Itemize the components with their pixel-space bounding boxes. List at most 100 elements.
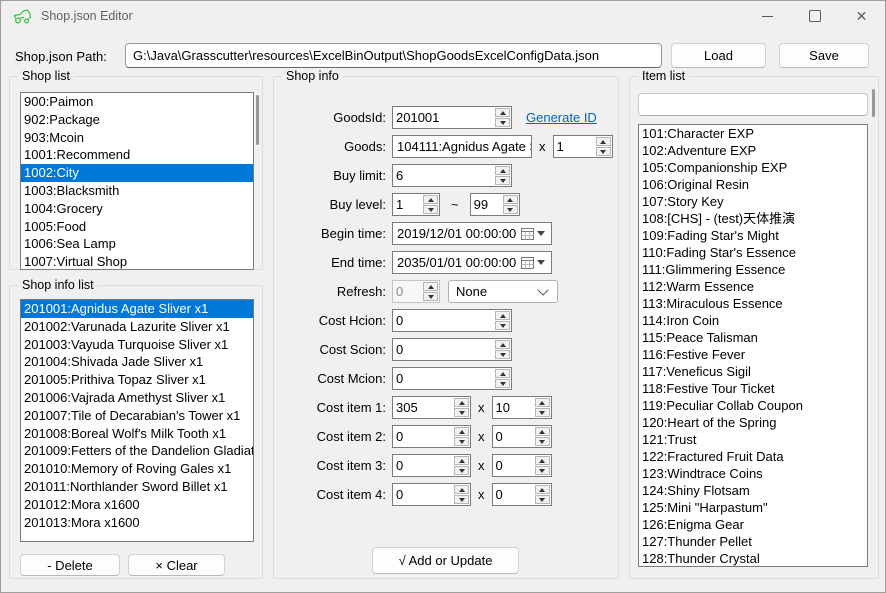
buy-level-max-input[interactable]	[471, 194, 502, 215]
list-item[interactable]: 201010:Memory of Roving Gales x1	[21, 460, 253, 478]
list-item[interactable]: 1001:Recommend	[21, 146, 253, 164]
list-item[interactable]: 125:Mini "Harpastum"	[639, 499, 867, 516]
cost-item-2-count-spinner[interactable]	[492, 425, 552, 448]
list-item[interactable]: 114:Iron Coin	[639, 312, 867, 329]
minimize-button[interactable]	[744, 1, 791, 31]
list-item[interactable]: 101:Character EXP	[639, 125, 867, 142]
spin-up-icon[interactable]	[535, 427, 550, 436]
cost-item-1-count-spinner[interactable]	[492, 396, 552, 419]
list-item[interactable]: 201006:Vajrada Amethyst Sliver x1	[21, 389, 253, 407]
list-item[interactable]: 102:Adventure EXP	[639, 142, 867, 159]
list-item[interactable]: 903:Mcoin	[21, 129, 253, 147]
spin-up-icon[interactable]	[454, 485, 469, 494]
cost-scion-spinner[interactable]	[392, 338, 512, 361]
list-item[interactable]: 201012:Mora x1600	[21, 496, 253, 514]
spin-up-icon[interactable]	[495, 108, 510, 117]
load-button[interactable]: Load	[671, 43, 766, 68]
spin-down-icon[interactable]	[423, 205, 438, 214]
list-item[interactable]: 201013:Mora x1600	[21, 514, 253, 532]
spin-down-icon[interactable]	[535, 437, 550, 446]
close-button[interactable]: ✕	[838, 1, 885, 31]
list-item[interactable]: 122:Fractured Fruit Data	[639, 448, 867, 465]
spin-down-icon[interactable]	[495, 176, 510, 185]
list-item[interactable]: 1005:Food	[21, 218, 253, 236]
list-item[interactable]: 126:Enigma Gear	[639, 516, 867, 533]
list-item[interactable]: 109:Fading Star's Might	[639, 227, 867, 244]
list-item[interactable]: 201003:Vayuda Turquoise Sliver x1	[21, 336, 253, 354]
shop-list-scrollbar[interactable]	[256, 95, 259, 145]
spin-down-icon[interactable]	[454, 408, 469, 417]
list-item[interactable]: 1002:City	[21, 164, 253, 182]
list-item[interactable]: 105:Companionship EXP	[639, 159, 867, 176]
cost-item-1-count-input[interactable]	[493, 397, 534, 418]
refresh-mode-dropdown[interactable]: None	[448, 280, 558, 303]
spin-down-icon[interactable]	[454, 466, 469, 475]
maximize-button[interactable]	[791, 1, 838, 31]
spin-up-icon[interactable]	[495, 340, 510, 349]
save-button[interactable]: Save	[779, 43, 869, 68]
spin-up-icon[interactable]	[535, 456, 550, 465]
list-item[interactable]: 116:Festive Fever	[639, 346, 867, 363]
list-item[interactable]: 128:Thunder Crystal	[639, 550, 867, 567]
buy-limit-spinner[interactable]	[392, 164, 512, 187]
buy-level-min-spinner[interactable]	[392, 193, 440, 216]
list-item[interactable]: 110:Fading Star's Essence	[639, 244, 867, 261]
shop-listbox[interactable]: 900:Paimon902:Package903:Mcoin1001:Recom…	[20, 92, 254, 270]
spin-down-icon[interactable]	[495, 379, 510, 388]
begin-time-picker[interactable]: 2019/12/01 00:00:00	[392, 222, 552, 245]
spin-up-icon[interactable]	[423, 195, 438, 204]
list-item[interactable]: 1007:Virtual Shop	[21, 253, 253, 270]
goods-id-spinner[interactable]	[392, 106, 512, 129]
spin-down-icon[interactable]	[503, 205, 518, 214]
cost-item-3-id-input[interactable]	[393, 455, 453, 476]
spin-down-icon[interactable]	[596, 147, 611, 156]
cost-item-4-id-input[interactable]	[393, 484, 453, 505]
spin-up-icon[interactable]	[503, 195, 518, 204]
list-item[interactable]: 201008:Boreal Wolf's Milk Tooth x1	[21, 425, 253, 443]
cost-item-2-id-spinner[interactable]	[392, 425, 471, 448]
cost-item-2-count-input[interactable]	[493, 426, 534, 447]
cost-hcion-spinner[interactable]	[392, 309, 512, 332]
spin-up-icon[interactable]	[495, 369, 510, 378]
cost-scion-input[interactable]	[393, 339, 494, 360]
list-item[interactable]: 111:Glimmering Essence	[639, 261, 867, 278]
cost-item-3-count-spinner[interactable]	[492, 454, 552, 477]
goods-id-input[interactable]	[393, 107, 494, 128]
cost-item-3-id-spinner[interactable]	[392, 454, 471, 477]
goods-count-spinner[interactable]	[553, 135, 613, 158]
goods-count-input[interactable]	[554, 136, 595, 157]
list-item[interactable]: 112:Warm Essence	[639, 278, 867, 295]
spin-down-icon[interactable]	[454, 437, 469, 446]
spin-up-icon[interactable]	[454, 456, 469, 465]
spin-down-icon[interactable]	[535, 495, 550, 504]
list-item[interactable]: 107:Story Key	[639, 193, 867, 210]
cost-item-1-id-input[interactable]	[393, 397, 453, 418]
spin-up-icon[interactable]	[596, 137, 611, 146]
list-item[interactable]: 201002:Varunada Lazurite Sliver x1	[21, 318, 253, 336]
spin-up-icon[interactable]	[495, 311, 510, 320]
spin-up-icon[interactable]	[454, 427, 469, 436]
list-item[interactable]: 117:Veneficus Sigil	[639, 363, 867, 380]
buy-level-max-spinner[interactable]	[470, 193, 520, 216]
list-item[interactable]: 123:Windtrace Coins	[639, 465, 867, 482]
path-input[interactable]	[125, 43, 662, 68]
spin-down-icon[interactable]	[535, 408, 550, 417]
spin-down-icon[interactable]	[495, 350, 510, 359]
delete-button[interactable]: - Delete	[20, 554, 120, 576]
list-item[interactable]: 108:[CHS] - (test)天体推演	[639, 210, 867, 227]
spin-down-icon[interactable]	[495, 321, 510, 330]
cost-item-1-id-spinner[interactable]	[392, 396, 471, 419]
spin-down-icon[interactable]	[454, 495, 469, 504]
list-item[interactable]: 121:Trust	[639, 431, 867, 448]
item-listbox[interactable]: 101:Character EXP102:Adventure EXP105:Co…	[638, 124, 868, 567]
list-item[interactable]: 119:Peculiar Collab Coupon	[639, 397, 867, 414]
list-item[interactable]: 902:Package	[21, 111, 253, 129]
cost-item-2-id-input[interactable]	[393, 426, 453, 447]
spin-up-icon[interactable]	[454, 398, 469, 407]
clear-button[interactable]: × Clear	[128, 554, 225, 576]
list-item[interactable]: 115:Peace Talisman	[639, 329, 867, 346]
list-item[interactable]: 201009:Fetters of the Dandelion Gladiato	[21, 442, 253, 460]
spin-down-icon[interactable]	[535, 466, 550, 475]
goods-input[interactable]: 104111:Agnidus Agate S	[392, 135, 532, 158]
cost-mcion-spinner[interactable]	[392, 367, 512, 390]
